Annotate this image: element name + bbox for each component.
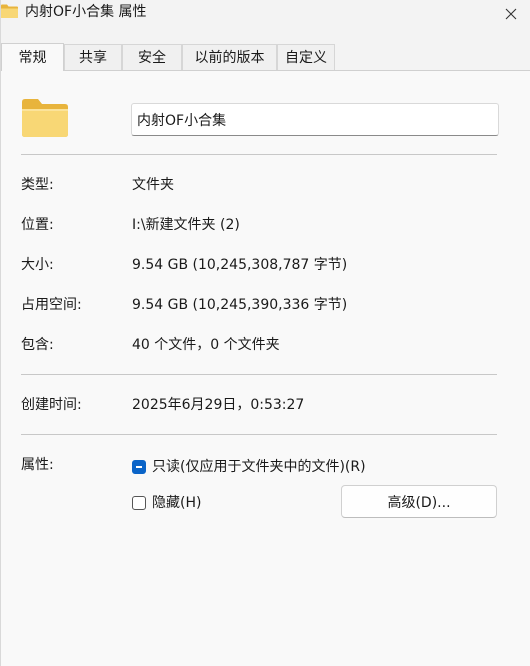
close-icon	[505, 8, 517, 20]
tab-security[interactable]: 安全	[122, 44, 182, 71]
title-bar[interactable]: 内射OF小合集 属性	[1, 0, 530, 32]
size-value: 9.54 GB (10,245,308,787 字节)	[132, 257, 348, 273]
close-button[interactable]	[491, 0, 530, 28]
divider	[21, 154, 497, 155]
readonly-checkbox[interactable]	[132, 460, 146, 474]
contains-label: 包含:	[21, 337, 54, 353]
type-label: 类型:	[21, 177, 54, 193]
size-on-disk-label: 占用空间:	[21, 297, 82, 313]
type-value: 文件夹	[132, 177, 174, 193]
hidden-label[interactable]: 隐藏(H)	[152, 493, 201, 513]
properties-window: 内射OF小合集 属性 常规 共享 安全 以前的版本 自定义 类型: 文件夹 位置…	[0, 0, 530, 666]
tab-strip: 常规 共享 安全 以前的版本 自定义	[1, 43, 530, 71]
attributes-label: 属性:	[21, 457, 54, 473]
location-value: I:\新建文件夹 (2)	[132, 217, 240, 233]
tab-general[interactable]: 常规	[1, 43, 64, 71]
window-title: 内射OF小合集 属性	[25, 4, 147, 20]
location-label: 位置:	[21, 217, 54, 233]
tab-sharing[interactable]: 共享	[64, 44, 122, 71]
folder-icon	[1, 4, 18, 18]
readonly-label[interactable]: 只读(仅应用于文件夹中的文件)(R)	[152, 457, 366, 477]
folder-icon	[22, 99, 68, 137]
tab-previous-versions[interactable]: 以前的版本	[182, 44, 277, 71]
divider	[21, 374, 497, 375]
tab-customize[interactable]: 自定义	[277, 44, 335, 71]
advanced-button[interactable]: 高级(D)...	[341, 485, 497, 518]
divider	[21, 434, 497, 435]
contains-value: 40 个文件，0 个文件夹	[132, 337, 280, 353]
created-value: 2025年6月29日，0:53:27	[132, 397, 305, 413]
hidden-checkbox[interactable]	[132, 496, 146, 510]
folder-name-input[interactable]	[131, 103, 499, 136]
size-label: 大小:	[21, 257, 54, 273]
created-label: 创建时间:	[21, 397, 82, 413]
size-on-disk-value: 9.54 GB (10,245,390,336 字节)	[132, 297, 348, 313]
general-panel: 类型: 文件夹 位置: I:\新建文件夹 (2) 大小: 9.54 GB (10…	[1, 71, 530, 666]
